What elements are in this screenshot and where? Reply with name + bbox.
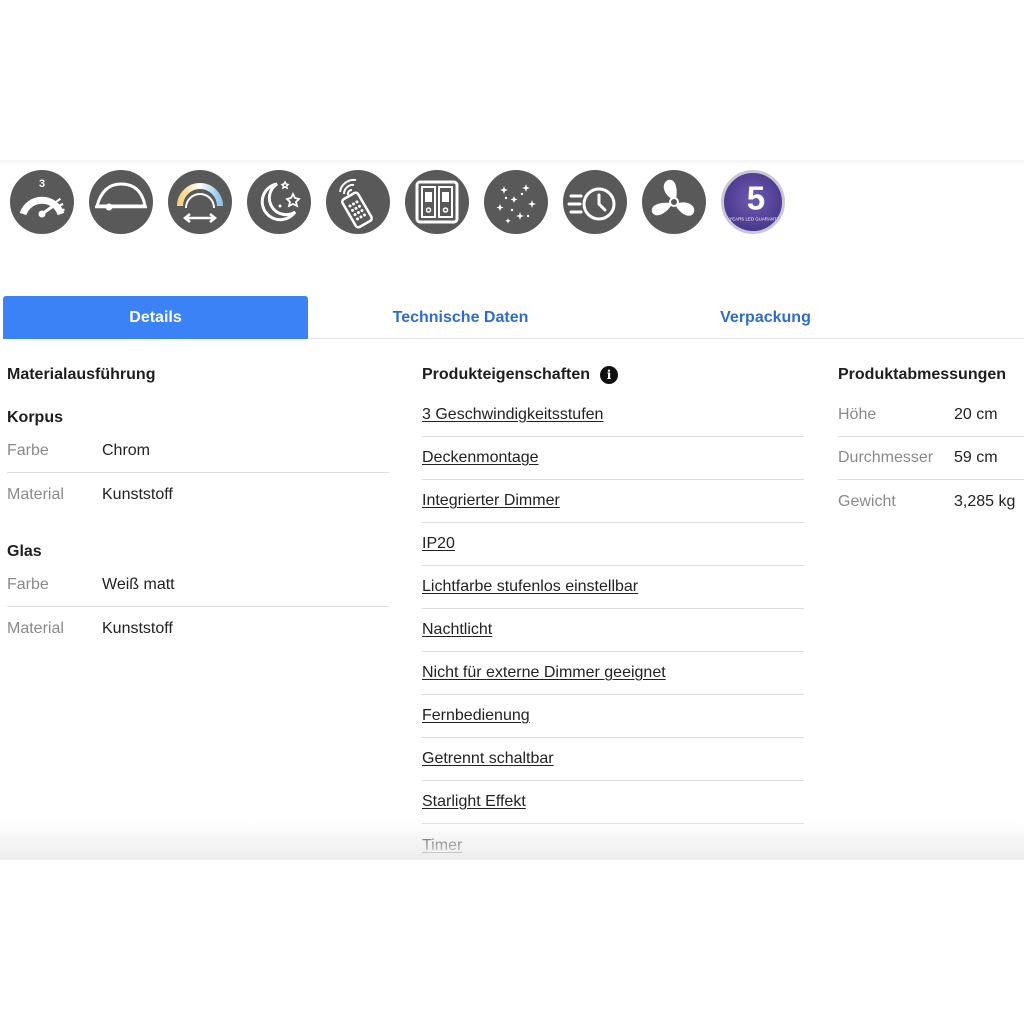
kv-key: Material: [7, 485, 64, 503]
property-link[interactable]: Starlight Effekt: [422, 793, 526, 811]
speed-3-icon: 3: [10, 170, 74, 234]
info-icon[interactable]: i: [600, 366, 619, 384]
timer-icon: [563, 170, 627, 234]
kv-key: Gewicht: [838, 492, 896, 510]
dimension-row-gewicht: Gewicht 3,285 kg: [838, 480, 1024, 523]
kv-value: Kunststoff: [102, 619, 173, 637]
group-glas: Glas: [7, 543, 42, 560]
property-link[interactable]: IP20: [422, 535, 455, 553]
property-link[interactable]: Getrennt schaltbar: [422, 750, 554, 768]
property-link[interactable]: Nicht für externe Dimmer geeignet: [422, 664, 666, 682]
property-link[interactable]: Lichtfarbe stufenlos einstellbar: [422, 578, 638, 596]
tab-verpackung[interactable]: Verpackung: [613, 296, 918, 339]
dimensions-section: Produktabmessungen Höhe 20 cm Durchmesse…: [838, 340, 1024, 523]
starlight-icon: [484, 170, 548, 234]
kv-key: Durchmesser: [838, 449, 934, 466]
property-link[interactable]: Fernbedienung: [422, 707, 530, 725]
property-link[interactable]: 3 Geschwindigkeitsstufen: [422, 406, 603, 424]
property-item: Deckenmontage: [422, 437, 804, 480]
material-section: Materialausführung Korpus Farbe Chrom Ma…: [7, 340, 389, 650]
property-item: Starlight Effekt: [422, 781, 804, 824]
property-item: Nicht für externe Dimmer geeignet: [422, 652, 804, 695]
kv-value: Chrom: [102, 442, 151, 459]
property-item: Timer: [422, 824, 804, 860]
kv-key: Material: [7, 619, 64, 637]
ceiling-mount-icon: [89, 170, 153, 234]
property-item: Integrierter Dimmer: [422, 480, 804, 523]
material-title: Materialausführung: [7, 366, 156, 383]
korpus-material-row: Material Kunststoff: [7, 473, 389, 516]
property-link[interactable]: Integrierter Dimmer: [422, 492, 560, 510]
property-item: Getrennt schaltbar: [422, 738, 804, 781]
property-link[interactable]: Timer: [422, 837, 462, 855]
korpus-farbe-row: Farbe Chrom: [7, 430, 389, 473]
guarantee-years: 5: [747, 180, 765, 217]
kv-value: Weiß matt: [102, 576, 175, 593]
tab-technische-daten[interactable]: Technische Daten: [308, 296, 613, 339]
property-item: IP20: [422, 523, 804, 566]
properties-header: Produkteigenschaften i: [422, 358, 804, 392]
night-light-icon: [247, 170, 311, 234]
light-color-adjust-icon: [168, 170, 232, 234]
feature-icons: 3 5 YEARS LED GUARANTEE: [10, 170, 785, 234]
property-item: Lichtfarbe stufenlos einstellbar: [422, 566, 804, 609]
kv-value: 3,285 kg: [954, 492, 1016, 510]
property-item: Nachtlicht: [422, 609, 804, 652]
properties-section: Produkteigenschaften i 3 Geschwindigkeit…: [422, 340, 804, 860]
product-info-panel: 3 5 YEARS LED GUARANTEE Details Technisc…: [0, 160, 1024, 860]
tab-bar: Details Technische Daten Verpackung: [3, 296, 1024, 339]
fan-icon: [642, 170, 706, 234]
property-link[interactable]: Deckenmontage: [422, 449, 539, 467]
glas-farbe-row: Farbe Weiß matt: [7, 564, 389, 607]
kv-value: 59 cm: [954, 449, 998, 466]
dimension-row-durchmesser: Durchmesser 59 cm: [838, 437, 1024, 480]
guarantee-badge-icon: 5 YEARS LED GUARANTEE: [721, 170, 785, 234]
property-item: 3 Geschwindigkeitsstufen: [422, 394, 804, 437]
kv-key: Farbe: [7, 576, 49, 593]
kv-value: Kunststoff: [102, 485, 173, 503]
properties-title: Produkteigenschaften: [422, 366, 591, 383]
group-korpus: Korpus: [7, 409, 63, 426]
separate-switch-icon: [405, 170, 469, 234]
kv-key: Farbe: [7, 442, 49, 459]
tab-details[interactable]: Details: [3, 296, 308, 339]
kv-key: Höhe: [838, 406, 877, 423]
speed-label: 3: [39, 178, 45, 190]
property-item: Fernbedienung: [422, 695, 804, 738]
dimension-row-hoehe: Höhe 20 cm: [838, 394, 1024, 437]
guarantee-text: YEARS LED GUARANTEE: [729, 216, 782, 221]
glas-material-row: Material Kunststoff: [7, 607, 389, 650]
kv-value: 20 cm: [954, 406, 998, 423]
remote-control-icon: [326, 170, 390, 234]
dimensions-title: Produktabmessungen: [838, 366, 1007, 383]
property-link[interactable]: Nachtlicht: [422, 621, 492, 639]
